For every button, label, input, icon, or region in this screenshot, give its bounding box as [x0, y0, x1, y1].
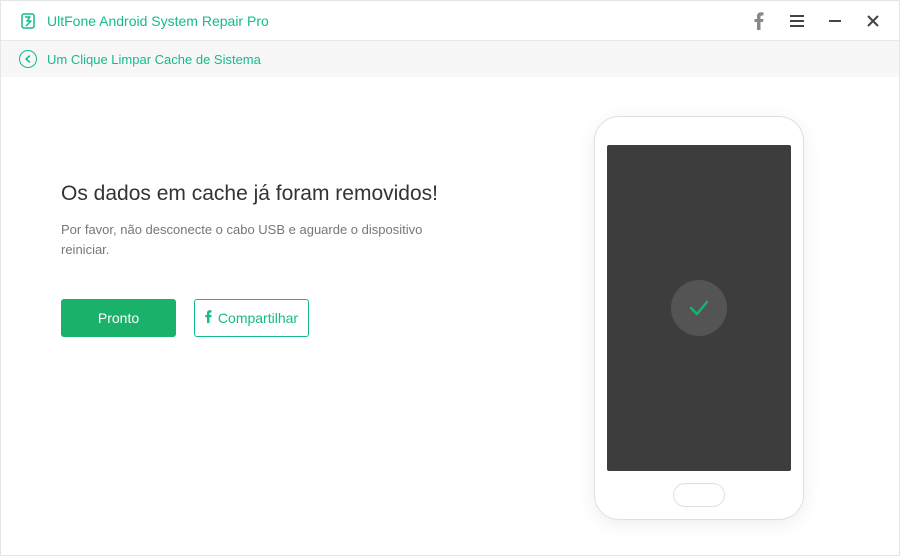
app-logo-icon	[19, 12, 37, 30]
back-button[interactable]	[19, 50, 37, 68]
content: Os dados em cache já foram removidos! Po…	[1, 77, 899, 555]
app-title: UltFone Android System Repair Pro	[47, 13, 269, 29]
breadcrumb-bar: Um Clique Limpar Cache de Sistema	[1, 41, 899, 77]
page-heading: Os dados em cache já foram removidos!	[61, 182, 559, 206]
share-button[interactable]: Compartilhar	[194, 299, 309, 337]
minimize-icon[interactable]	[827, 13, 843, 29]
close-icon[interactable]	[865, 13, 881, 29]
menu-icon[interactable]	[789, 13, 805, 29]
phone-mockup	[595, 117, 803, 519]
page-subtext: Por favor, não desconecte o cabo USB e a…	[61, 220, 461, 259]
done-button[interactable]: Pronto	[61, 299, 176, 337]
content-left: Os dados em cache já foram removidos! Po…	[61, 107, 559, 515]
facebook-icon[interactable]	[751, 13, 767, 29]
checkmark-icon	[686, 295, 712, 321]
phone-home-button	[673, 483, 725, 507]
breadcrumb-text: Um Clique Limpar Cache de Sistema	[47, 52, 261, 67]
button-row: Pronto Compartilhar	[61, 299, 559, 337]
share-button-label: Compartilhar	[218, 310, 298, 326]
success-circle	[671, 280, 727, 336]
titlebar-controls	[751, 13, 881, 29]
facebook-share-icon	[205, 310, 212, 326]
done-button-label: Pronto	[98, 310, 139, 326]
titlebar: UltFone Android System Repair Pro	[1, 1, 899, 41]
phone-screen	[607, 145, 791, 471]
titlebar-left: UltFone Android System Repair Pro	[19, 12, 269, 30]
content-right	[559, 107, 839, 515]
